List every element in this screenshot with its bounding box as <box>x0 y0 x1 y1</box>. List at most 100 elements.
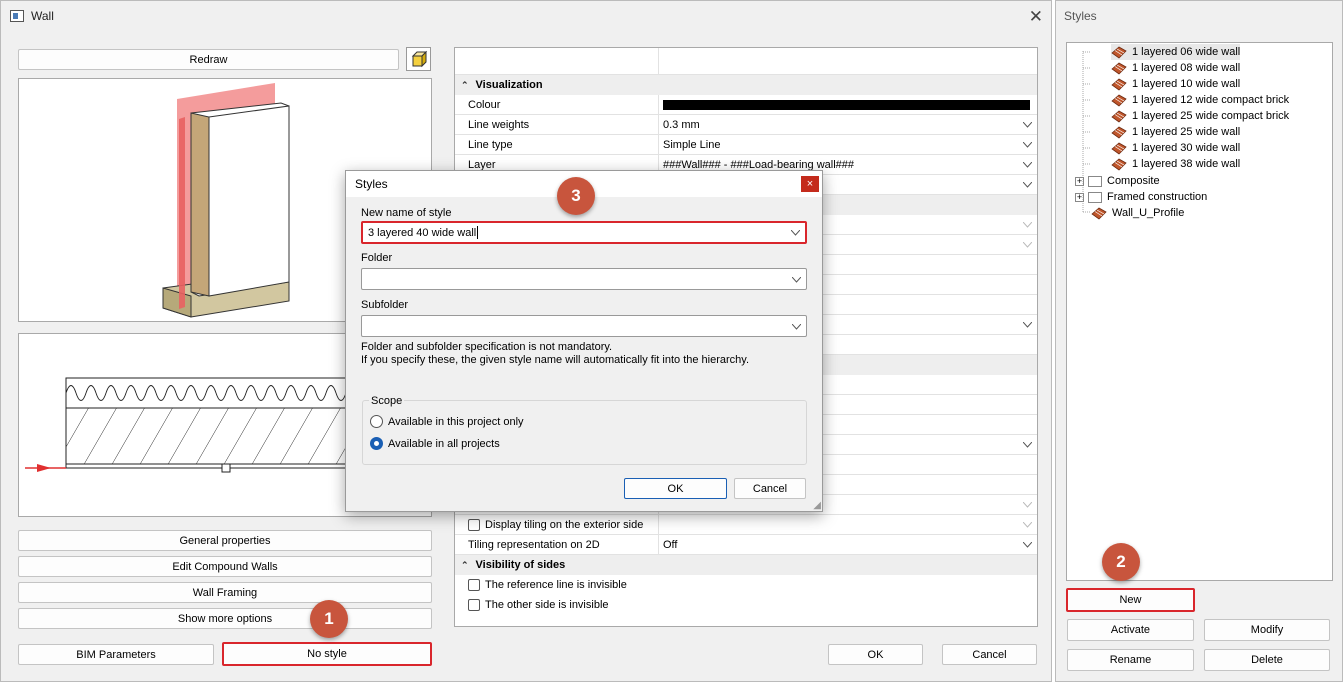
wall-style-icon <box>1111 45 1127 59</box>
bim-parameters-button[interactable]: BIM Parameters <box>18 644 214 665</box>
tree-style-item[interactable]: 1 layered 12 wide compact brick <box>1111 92 1289 108</box>
folder-label: Folder <box>361 252 393 264</box>
chevron-down-icon <box>1020 217 1035 232</box>
tree-style-item[interactable]: 1 layered 38 wide wall <box>1111 156 1240 172</box>
close-icon[interactable]: ✕ <box>1029 7 1043 27</box>
chevron-down-icon[interactable] <box>1020 137 1035 152</box>
wall-framing-button[interactable]: Wall Framing <box>18 582 432 603</box>
chevron-down-icon[interactable] <box>1020 317 1035 332</box>
subfolder-select[interactable] <box>361 315 807 337</box>
visibility-section-header[interactable]: ⌃ Visibility of sides <box>455 555 1037 575</box>
colour-swatch[interactable] <box>663 99 1030 110</box>
tree-style-label: 1 layered 12 wide compact brick <box>1132 94 1290 106</box>
other-side-invisible-row[interactable]: The other side is invisible <box>455 595 1037 615</box>
ref-line-invisible-row[interactable]: The reference line is invisible <box>455 575 1037 595</box>
subfolder-label: Subfolder <box>361 299 409 311</box>
dialog-cancel-button[interactable]: Cancel <box>734 478 806 499</box>
chevron-down-icon[interactable] <box>1020 437 1035 452</box>
cancel-button[interactable]: Cancel <box>942 644 1037 665</box>
modify-button[interactable]: Modify <box>1204 619 1330 641</box>
tree-folder-composite[interactable]: + Composite <box>1075 173 1160 189</box>
chevron-down-icon[interactable] <box>789 272 804 287</box>
wall-style-icon <box>1111 125 1127 139</box>
no-style-button[interactable]: No style <box>222 642 432 666</box>
scope-label: Scope <box>369 395 405 407</box>
new-style-button[interactable]: New <box>1066 588 1195 612</box>
tree-style-item[interactable]: 1 layered 25 wide wall <box>1111 124 1240 140</box>
chevron-down-icon[interactable] <box>1020 117 1035 132</box>
styles-window: Styles 1 layered 06 wide wall 1 layered 0… <box>1055 0 1343 682</box>
visualization-section-header[interactable]: ⌃ Visualization <box>455 75 1037 95</box>
colour-row[interactable]: Colour <box>455 95 1037 115</box>
rename-button[interactable]: Rename <box>1067 649 1194 671</box>
expand-icon[interactable]: + <box>1075 176 1084 186</box>
dialog-ok-button[interactable]: OK <box>624 478 727 499</box>
display-tiling-row[interactable]: Display tiling on the exterior side <box>455 515 1037 535</box>
tiling-representation-row[interactable]: Tiling representation on 2D Off <box>455 535 1037 555</box>
tree-style-item[interactable]: 1 layered 25 wide compact brick <box>1111 108 1289 124</box>
styles-titlebar: Styles <box>1064 9 1097 23</box>
collapse-icon: ⌃ <box>461 559 469 570</box>
chevron-down-icon[interactable] <box>1020 537 1035 552</box>
new-style-dialog: Styles × New name of style 3 layered 40 … <box>345 170 823 512</box>
wall-style-icon <box>1111 61 1127 75</box>
wall-style-icon <box>1111 109 1127 123</box>
tree-style-label: 1 layered 10 wide wall <box>1132 78 1241 90</box>
step-badge-3: 3 <box>557 177 595 215</box>
info-text-2: If you specify these, the given style na… <box>361 354 750 366</box>
tree-style-item[interactable]: 1 layered 06 wide wall <box>1111 44 1241 60</box>
expand-icon[interactable]: + <box>1075 192 1084 202</box>
3d-view-cube-icon[interactable] <box>406 47 431 71</box>
grid-header-row <box>455 48 1037 75</box>
tree-style-item[interactable]: 1 layered 08 wide wall <box>1111 60 1240 76</box>
new-name-input[interactable]: 3 layered 40 wide wall <box>361 221 807 244</box>
edit-compound-walls-button[interactable]: Edit Compound Walls <box>18 556 432 577</box>
tree-folder-framed[interactable]: + Framed construction <box>1075 189 1207 205</box>
collapse-icon: ⌃ <box>461 79 469 90</box>
chevron-down-icon <box>1020 237 1035 252</box>
chevron-down-icon[interactable] <box>788 225 803 240</box>
chevron-down-icon[interactable] <box>1020 177 1035 192</box>
chevron-down-icon[interactable] <box>1020 157 1035 172</box>
scope-all-projects-radio[interactable] <box>370 437 383 450</box>
tree-style-item[interactable]: 1 layered 10 wide wall <box>1111 76 1240 92</box>
folder-select[interactable] <box>361 268 807 290</box>
wall-titlebar: Wall ✕ <box>1 1 1051 31</box>
dialog-close-icon[interactable]: × <box>801 176 819 192</box>
line-weights-row[interactable]: Line weights 0.3 mm <box>455 115 1037 135</box>
line-type-row[interactable]: Line type Simple Line <box>455 135 1037 155</box>
wall-style-icon <box>1111 157 1127 171</box>
delete-button[interactable]: Delete <box>1204 649 1330 671</box>
chevron-down-icon[interactable] <box>789 319 804 334</box>
ok-button[interactable]: OK <box>828 644 923 665</box>
tree-style-label: 1 layered 06 wide wall <box>1132 46 1241 58</box>
wall-style-icon <box>1111 77 1127 91</box>
tree-item-wall-u-profile[interactable]: Wall_U_Profile <box>1091 205 1184 221</box>
display-tiling-checkbox[interactable] <box>468 518 480 531</box>
step-badge-1: 1 <box>310 600 348 638</box>
window-app-icon <box>10 10 24 22</box>
text-cursor <box>477 226 479 239</box>
tree-style-label: 1 layered 25 wide wall <box>1132 126 1241 138</box>
wall-style-icon <box>1111 93 1127 107</box>
wall-style-icon <box>1091 206 1107 220</box>
redraw-button[interactable]: Redraw <box>18 49 399 70</box>
show-more-options-button[interactable]: Show more options <box>18 608 432 629</box>
tree-style-item[interactable]: 1 layered 30 wide wall <box>1111 140 1240 156</box>
resize-grip-icon[interactable]: ◢ <box>813 500 821 511</box>
scope-group: Scope Available in this project only Ava… <box>362 395 807 465</box>
scope-project-only-radio[interactable] <box>370 415 383 428</box>
ref-line-invisible-checkbox[interactable] <box>468 579 480 591</box>
scope-project-only-option[interactable]: Available in this project only <box>370 415 524 428</box>
tree-style-label: 1 layered 30 wide wall <box>1132 142 1241 154</box>
general-properties-button[interactable]: General properties <box>18 530 432 551</box>
step-badge-2: 2 <box>1102 543 1140 581</box>
other-side-invisible-checkbox[interactable] <box>468 599 480 611</box>
activate-button[interactable]: Activate <box>1067 619 1194 641</box>
wall-style-icon <box>1111 141 1127 155</box>
scope-all-projects-option[interactable]: Available in all projects <box>370 437 500 450</box>
folder-icon <box>1088 191 1102 203</box>
folder-icon <box>1088 175 1102 187</box>
tree-style-label: 1 layered 38 wide wall <box>1132 158 1241 170</box>
chevron-down-icon <box>1020 517 1035 532</box>
